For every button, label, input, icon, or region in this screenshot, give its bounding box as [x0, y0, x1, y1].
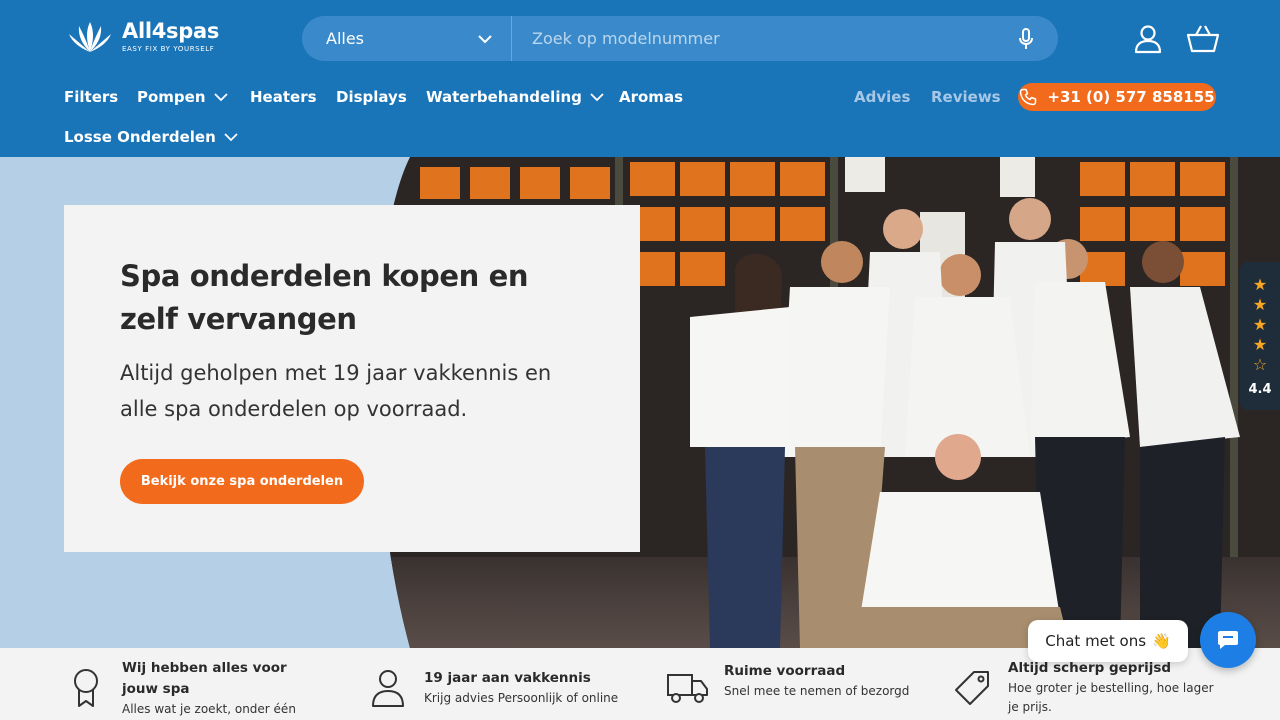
nav-item-advies[interactable]: Advies	[854, 86, 910, 108]
person-icon	[366, 666, 410, 710]
phone-icon	[1020, 88, 1037, 106]
nav-label: Displays	[336, 88, 407, 106]
usp-title: 19 jaar aan vakkennis	[424, 670, 591, 686]
nav-item-filters[interactable]: Filters	[64, 86, 118, 108]
nav-item-pompen[interactable]: Pompen	[137, 86, 228, 108]
nav-label: Losse Onderdelen	[64, 128, 216, 146]
star-icon: ★	[1252, 295, 1268, 314]
chat-icon	[1218, 631, 1238, 649]
hero-title: Spa onderdelen kopen en zelf vervangen	[120, 259, 529, 336]
usp-item: 19 jaar aan vakkennis Krijg advies Perso…	[366, 648, 646, 720]
nav-item-losse-onderdelen[interactable]: Losse Onderdelen	[64, 126, 238, 148]
star-icon: ★	[1252, 315, 1268, 334]
nav-label: Filters	[64, 88, 119, 106]
usp-item: Ruime voorraad Snel mee te nemen of bezo…	[666, 648, 936, 720]
hero-cta-button[interactable]: Bekijk onze spa onderdelen	[120, 459, 364, 504]
usp-desc: Krijg advies Persoonlijk of online	[424, 691, 619, 705]
chat-label: Chat met ons	[1045, 632, 1147, 650]
phone-button[interactable]: +31 (0) 577 858155	[1018, 83, 1216, 111]
truck-icon	[666, 666, 710, 710]
chevron-down-icon	[478, 34, 492, 43]
price-tag-icon	[950, 666, 994, 710]
rating-widget[interactable]: ★ ★ ★ ★ ☆ 4.4	[1240, 262, 1280, 410]
hero-subtitle: Altijd geholpen met 19 jaar vakkennis en…	[120, 361, 552, 421]
microphone-icon[interactable]	[1006, 16, 1046, 61]
wave-icon: 👋	[1152, 632, 1171, 650]
logo[interactable]: All4spas EASY FIX BY YOURSELF	[64, 18, 219, 56]
nav-item-reviews[interactable]: Reviews	[931, 86, 1001, 108]
chat-prompt[interactable]: Chat met ons 👋	[1028, 620, 1188, 662]
search-input[interactable]	[512, 16, 1006, 61]
hero-card: Spa onderdelen kopen en zelf vervangen A…	[64, 205, 640, 552]
star-icon: ★	[1252, 275, 1268, 294]
phone-number: +31 (0) 577 858155	[1047, 88, 1215, 106]
star-half-icon: ☆	[1252, 355, 1268, 374]
search-category-label: Alles	[326, 29, 365, 48]
usp-desc: Alles wat je zoekt, onder één dak.	[122, 702, 296, 716]
nav-label: Aromas	[619, 88, 683, 106]
nav-label: Advies	[854, 88, 911, 106]
nav-label: Reviews	[931, 88, 1001, 106]
site-header: All4spas EASY FIX BY YOURSELF Alles Filt…	[0, 0, 1280, 157]
nav-label: Waterbehandeling	[426, 88, 582, 106]
chevron-down-icon	[590, 92, 604, 101]
star-icon: ★	[1252, 335, 1268, 354]
search-category-select[interactable]: Alles	[302, 16, 512, 61]
usp-desc: Snel mee te nemen of bezorgd	[724, 684, 910, 698]
chevron-down-icon	[213, 92, 228, 101]
brand-tagline: EASY FIX BY YOURSELF	[122, 45, 215, 53]
nav-item-waterbehandeling[interactable]: Waterbehandeling	[426, 86, 604, 108]
logo-icon	[69, 22, 111, 52]
account-icon[interactable]	[1131, 22, 1165, 56]
brand-name: All4spas	[122, 19, 220, 43]
nav-item-displays[interactable]: Displays	[336, 86, 407, 108]
chat-button[interactable]	[1200, 612, 1256, 668]
rating-score: 4.4	[1248, 382, 1272, 397]
cart-icon[interactable]	[1186, 22, 1220, 56]
award-icon	[64, 666, 108, 710]
chevron-down-icon	[224, 132, 238, 141]
nav-label: Heaters	[250, 88, 317, 106]
nav-label: Pompen	[137, 88, 206, 106]
usp-desc: Hoe groter je bestelling, hoe lager je p…	[1008, 681, 1214, 714]
search-bar: Alles	[302, 16, 1058, 61]
usp-title: Ruime voorraad	[724, 663, 846, 679]
nav-item-aromas[interactable]: Aromas	[619, 86, 683, 108]
usp-title: Wij hebben alles voor jouw spa	[122, 660, 287, 697]
usp-item: Wij hebben alles voor jouw spa Alles wat…	[64, 648, 334, 720]
nav-item-heaters[interactable]: Heaters	[250, 86, 317, 108]
